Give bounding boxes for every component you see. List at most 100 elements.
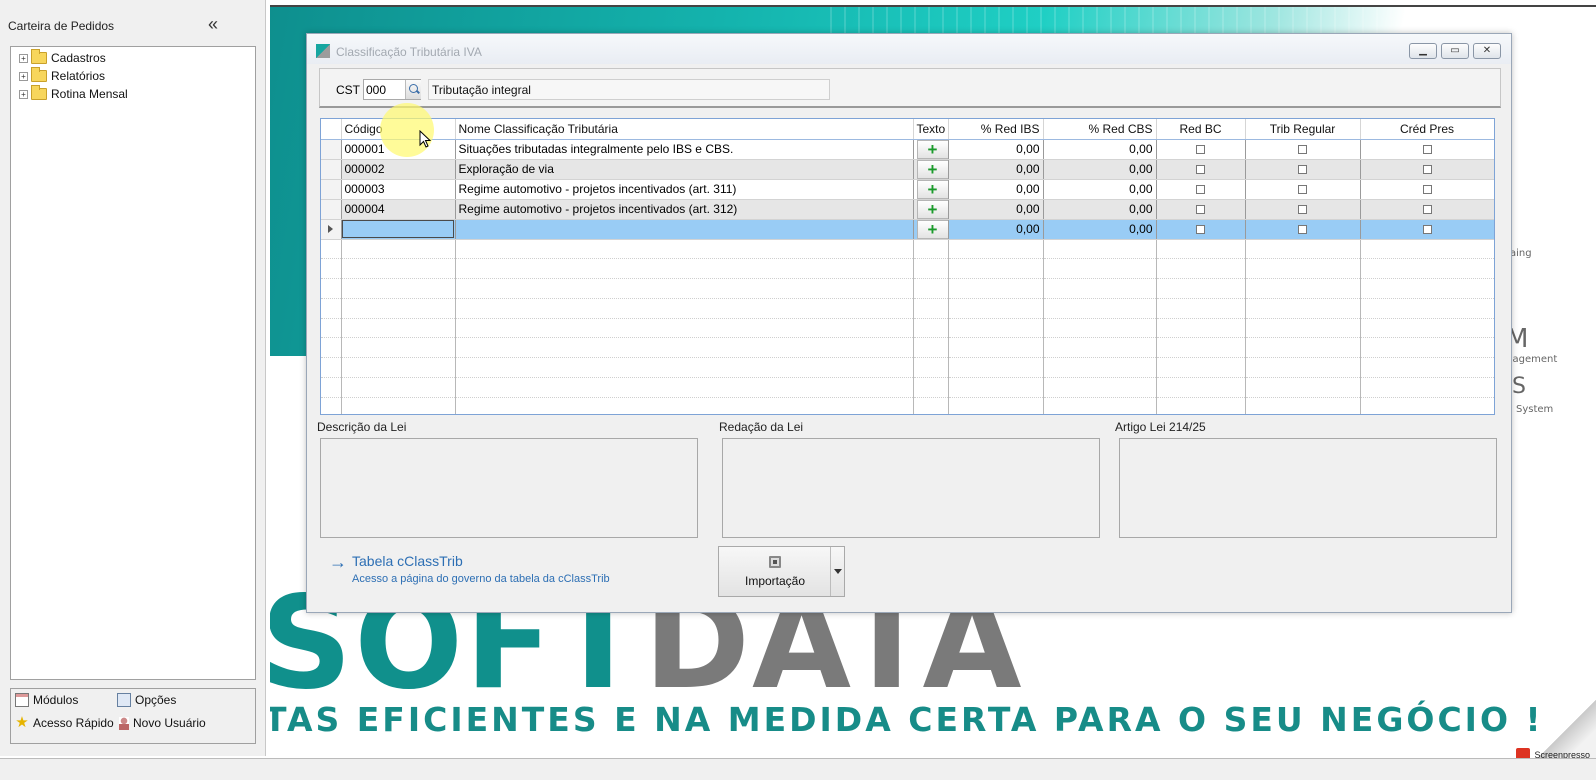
- cell-red-cbs[interactable]: 0,00: [1043, 159, 1157, 180]
- add-text-icon[interactable]: +: [916, 159, 947, 178]
- cred-pres-checkbox[interactable]: [1422, 225, 1432, 235]
- close-icon[interactable]: ✕: [1473, 43, 1501, 59]
- trib-regular-checkbox[interactable]: [1298, 225, 1307, 235]
- cell-cred-pres: [1360, 199, 1494, 220]
- arrow-right-icon: →: [329, 552, 347, 572]
- acesso-rapido-button[interactable]: ★ Acesso Rápido: [15, 714, 113, 731]
- cell-nome[interactable]: Regime automotivo - projetos incentivado…: [455, 179, 914, 200]
- trib-regular-checkbox[interactable]: [1298, 145, 1307, 155]
- cell-red-cbs[interactable]: 0,00: [1043, 179, 1157, 200]
- cell-red-ibs[interactable]: 0,00: [948, 219, 1044, 240]
- cell-cred-pres: [1360, 159, 1494, 180]
- header-red-cbs[interactable]: % Red CBS: [1043, 119, 1157, 140]
- cell-nome[interactable]: Situações tributadas integralmente pelo …: [455, 139, 914, 160]
- table-row-selected[interactable]: + 0,00 0,00: [321, 219, 1494, 240]
- row-indicator: [321, 159, 342, 180]
- panel-title: Carteira de Pedidos: [8, 19, 115, 33]
- red-bc-checkbox[interactable]: [1196, 145, 1205, 155]
- red-bc-checkbox[interactable]: [1196, 185, 1205, 195]
- header-nome[interactable]: Nome Classificação Tributária: [455, 119, 914, 140]
- options-icon: [117, 693, 131, 707]
- modulos-button[interactable]: Módulos: [15, 693, 78, 707]
- cell-red-bc: [1156, 219, 1246, 240]
- redacao-lei-memo[interactable]: [722, 438, 1100, 538]
- empty-row: [321, 239, 1494, 260]
- cell-red-ibs[interactable]: 0,00: [948, 179, 1044, 200]
- folder-icon: [31, 85, 47, 100]
- table-row[interactable]: 000004 Regime automotivo - projetos ince…: [321, 199, 1494, 220]
- cclasstrib-link[interactable]: Tabela cClassTrib: [352, 553, 463, 569]
- cell-nome[interactable]: Exploração de via: [455, 159, 914, 180]
- app-icon: [316, 44, 330, 58]
- red-bc-checkbox[interactable]: [1196, 165, 1205, 175]
- cred-pres-checkbox[interactable]: [1422, 205, 1432, 215]
- empty-row: [321, 258, 1494, 280]
- importacao-button[interactable]: Importação: [718, 546, 845, 597]
- cell-texto: +: [913, 219, 949, 240]
- importacao-main[interactable]: Importação: [719, 547, 831, 596]
- expand-icon[interactable]: +: [19, 71, 28, 81]
- search-icon[interactable]: [405, 80, 421, 99]
- cred-pres-checkbox[interactable]: [1422, 185, 1432, 195]
- descricao-lei-memo[interactable]: [320, 438, 698, 538]
- cst-description: Tributação integral: [428, 79, 830, 100]
- empty-row: [321, 278, 1494, 299]
- expand-icon[interactable]: +: [19, 53, 28, 63]
- dialog-titlebar[interactable]: Classificação Tributária IVA ▁ ▭ ✕: [307, 34, 1511, 64]
- star-icon: ★: [15, 714, 29, 731]
- chevron-down-icon[interactable]: [830, 547, 844, 596]
- tree-item-cadastros[interactable]: + Cadastros: [11, 49, 255, 67]
- red-bc-checkbox[interactable]: [1196, 205, 1205, 215]
- cell-codigo-editing[interactable]: [341, 219, 456, 240]
- header-indicator: [321, 119, 342, 140]
- cell-red-cbs[interactable]: 0,00: [1043, 139, 1157, 160]
- red-bc-checkbox[interactable]: [1196, 225, 1205, 235]
- cell-codigo[interactable]: 000002: [341, 159, 456, 180]
- add-text-icon[interactable]: +: [916, 179, 947, 198]
- opcoes-button[interactable]: Opções: [117, 693, 176, 707]
- header-trib-regular[interactable]: Trib Regular: [1245, 119, 1361, 140]
- expand-icon[interactable]: +: [19, 89, 28, 99]
- side-text-4: S: [1512, 374, 1526, 399]
- maximize-icon[interactable]: ▭: [1441, 43, 1469, 59]
- cell-nome[interactable]: [455, 219, 914, 240]
- trib-regular-checkbox[interactable]: [1298, 185, 1307, 195]
- cell-trib-regular: [1245, 159, 1361, 180]
- cred-pres-checkbox[interactable]: [1422, 165, 1432, 175]
- cell-red-cbs[interactable]: 0,00: [1043, 219, 1157, 240]
- cell-red-ibs[interactable]: 0,00: [948, 199, 1044, 220]
- cell-codigo[interactable]: 000004: [341, 199, 456, 220]
- table-row[interactable]: 000001 Situações tributadas integralment…: [321, 139, 1494, 160]
- collapse-panel-icon[interactable]: «: [208, 14, 218, 35]
- artigo-lei-label: Artigo Lei 214/25: [1115, 420, 1206, 434]
- cell-trib-regular: [1245, 139, 1361, 160]
- add-text-icon[interactable]: +: [916, 219, 947, 238]
- cell-red-ibs[interactable]: 0,00: [948, 159, 1044, 180]
- cell-trib-regular: [1245, 179, 1361, 200]
- novo-usuario-button[interactable]: Novo Usuário: [119, 716, 206, 730]
- add-text-icon[interactable]: +: [916, 199, 947, 218]
- trib-regular-checkbox[interactable]: [1298, 165, 1307, 175]
- artigo-lei-memo[interactable]: [1119, 438, 1497, 538]
- empty-row: [321, 377, 1494, 398]
- top-divider: [270, 5, 1596, 7]
- add-text-icon[interactable]: +: [916, 139, 947, 158]
- header-cred-pres[interactable]: Créd Pres: [1360, 119, 1494, 140]
- cell-red-cbs[interactable]: 0,00: [1043, 199, 1157, 220]
- cell-codigo[interactable]: 000003: [341, 179, 456, 200]
- tree-item-rotina-mensal[interactable]: + Rotina Mensal: [11, 85, 255, 103]
- cell-nome[interactable]: Regime automotivo - projetos incentivado…: [455, 199, 914, 220]
- minimize-icon[interactable]: ▁: [1409, 43, 1437, 59]
- header-red-bc[interactable]: Red BC: [1156, 119, 1246, 140]
- tree-item-relatorios[interactable]: + Relatórios: [11, 67, 255, 85]
- header-texto[interactable]: Texto: [913, 119, 949, 140]
- table-row[interactable]: 000003 Regime automotivo - projetos ince…: [321, 179, 1494, 200]
- cell-red-ibs[interactable]: 0,00: [948, 139, 1044, 160]
- cell-cred-pres: [1360, 219, 1494, 240]
- empty-row: [321, 337, 1494, 359]
- table-row[interactable]: 000002 Exploração de via + 0,00 0,00: [321, 159, 1494, 180]
- header-red-ibs[interactable]: % Red IBS: [948, 119, 1044, 140]
- trib-regular-checkbox[interactable]: [1298, 205, 1307, 215]
- row-indicator: [321, 219, 342, 240]
- cred-pres-checkbox[interactable]: [1422, 145, 1432, 155]
